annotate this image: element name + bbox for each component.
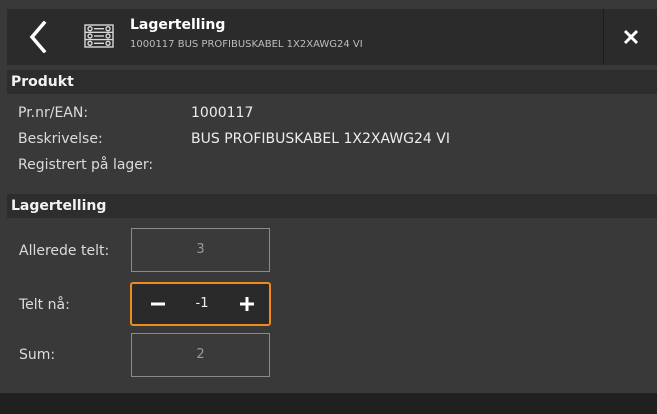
inventory-list-icon <box>84 24 114 52</box>
sum-field: 2 <box>131 333 270 377</box>
section-heading-product: Produkt <box>7 70 657 94</box>
increment-button[interactable] <box>227 284 267 324</box>
counted-now-value[interactable]: -1 <box>178 284 226 324</box>
sum-label: Sum: <box>19 347 56 363</box>
close-icon <box>623 29 639 45</box>
section-heading-stock-count: Lagertelling <box>7 194 657 218</box>
back-button[interactable] <box>7 9 71 65</box>
plus-icon <box>240 297 254 311</box>
description-label: Beskrivelse: <box>18 131 103 147</box>
header-bar: Lagertelling 1000117 BUS PROFIBUSKABEL 1… <box>7 9 657 65</box>
counted-now-label: Telt nå: <box>19 297 70 313</box>
minus-icon <box>151 302 165 306</box>
close-button[interactable] <box>604 9 657 65</box>
already-counted-field: 3 <box>131 228 270 272</box>
page-subtitle: 1000117 BUS PROFIBUSKABEL 1X2XAWG24 VI <box>130 39 363 50</box>
product-number-value: 1000117 <box>191 105 254 121</box>
already-counted-label: Allerede telt: <box>19 243 110 259</box>
product-number-label: Pr.nr/EAN: <box>18 105 89 121</box>
quantity-stepper[interactable]: -1 <box>130 282 271 326</box>
footer-bar <box>0 393 657 414</box>
registered-in-stock-label: Registrert på lager: <box>18 157 154 173</box>
chevron-left-icon <box>29 21 47 53</box>
description-value: BUS PROFIBUSKABEL 1X2XAWG24 VI <box>191 131 450 147</box>
decrement-button[interactable] <box>138 284 178 324</box>
page-title: Lagertelling <box>130 17 226 33</box>
app-window: Lagertelling 1000117 BUS PROFIBUSKABEL 1… <box>0 0 657 414</box>
